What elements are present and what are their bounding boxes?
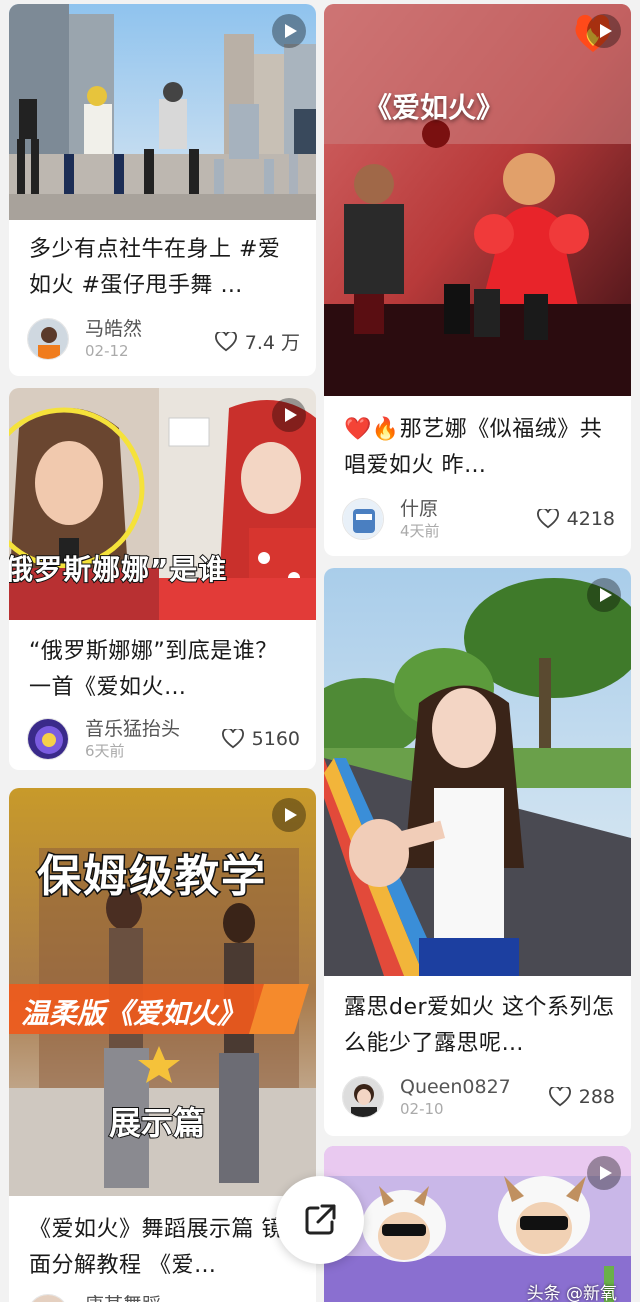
- overlay-subtitle: 温柔版《爱如火》: [21, 997, 246, 1030]
- video-card[interactable]: 头条 @新氧: [324, 1146, 631, 1302]
- video-title[interactable]: 《爱如火》舞蹈展示篇 镜面分解教程 《爱…: [29, 1212, 300, 1284]
- avatar[interactable]: [27, 318, 69, 360]
- video-thumbnail[interactable]: [9, 4, 316, 220]
- video-card[interactable]: 保姆级教学 温柔版《爱如火》 展示篇 《爱如火》舞蹈展示篇 镜面分解教程 《爱……: [9, 788, 316, 1302]
- video-thumbnail[interactable]: 俄罗斯娜娜”是谁: [9, 388, 316, 620]
- like-button[interactable]: 5160: [221, 728, 300, 750]
- avatar[interactable]: [27, 1294, 69, 1302]
- like-count: 5160: [251, 728, 300, 750]
- author-row[interactable]: 康某舞蹈: [27, 1294, 300, 1302]
- author-name[interactable]: 什原: [400, 498, 438, 520]
- heart-outline-icon: [214, 331, 237, 351]
- video-title[interactable]: “俄罗斯娜娜”到底是谁？ 一首《爱如火…: [29, 634, 300, 706]
- play-icon[interactable]: [587, 1156, 621, 1190]
- author-name[interactable]: 音乐猛抬头: [85, 718, 180, 740]
- video-card[interactable]: 多少有点社牛在身上 #爱如火 #蛋仔甩手舞 … 马皓然 02-12 7.4 万: [9, 4, 316, 376]
- avatar[interactable]: [342, 1076, 384, 1118]
- overlay-caption: 《爱如火》: [364, 91, 505, 124]
- avatar[interactable]: [27, 718, 69, 760]
- share-button[interactable]: [276, 1176, 364, 1264]
- author-name[interactable]: 马皓然: [85, 318, 142, 340]
- like-button[interactable]: 288: [548, 1086, 615, 1108]
- heart-outline-icon: [221, 729, 244, 749]
- author-row[interactable]: 音乐猛抬头 6天前 5160: [27, 718, 300, 762]
- heart-outline-icon: [548, 1087, 571, 1107]
- video-title[interactable]: 多少有点社牛在身上 #爱如火 #蛋仔甩手舞 …: [29, 232, 300, 304]
- overlay-title: 保姆级教学: [36, 850, 267, 904]
- author-row[interactable]: 什原 4天前 4218: [342, 498, 615, 542]
- play-icon[interactable]: [587, 578, 621, 612]
- video-title[interactable]: 露思der爱如火 这个系列怎么能少了露思呢…: [344, 990, 615, 1062]
- post-date: 02-10: [400, 1100, 444, 1118]
- share-external-icon: [305, 1204, 336, 1235]
- video-thumbnail[interactable]: 《爱如火》: [324, 4, 631, 396]
- author-row[interactable]: 马皓然 02-12 7.4 万: [27, 318, 300, 362]
- concert-image: [324, 4, 631, 396]
- post-date: 02-12: [85, 342, 129, 360]
- girl-outdoor-image: [324, 568, 631, 976]
- video-thumbnail[interactable]: 头条 @新氧: [324, 1146, 631, 1302]
- like-button[interactable]: 4218: [536, 508, 615, 530]
- watermark: 头条 @新氧: [526, 1284, 617, 1302]
- like-button[interactable]: 7.4 万: [214, 328, 300, 355]
- play-icon[interactable]: [272, 14, 306, 48]
- author-name[interactable]: 康某舞蹈: [85, 1294, 161, 1302]
- play-icon[interactable]: [272, 798, 306, 832]
- author-name[interactable]: Queen0827: [400, 1076, 511, 1098]
- play-icon[interactable]: [272, 398, 306, 432]
- video-thumbnail[interactable]: [324, 568, 631, 976]
- like-count: 288: [578, 1086, 615, 1108]
- avatar[interactable]: [342, 498, 384, 540]
- video-title[interactable]: ❤️🔥那艺娜《似福绒》共唱爱如火 昨…: [344, 412, 615, 484]
- overlay-label: 展示篇: [108, 1103, 206, 1143]
- heart-outline-icon: [536, 509, 559, 529]
- post-date: 4天前: [400, 522, 440, 540]
- post-date: 6天前: [85, 742, 125, 760]
- video-card[interactable]: 《爱如火》 ❤️🔥那艺娜《似福绒》共唱爱如火 昨… 什原 4天前 4218: [324, 4, 631, 556]
- video-thumbnail[interactable]: 保姆级教学 温柔版《爱如火》 展示篇: [9, 788, 316, 1196]
- author-row[interactable]: Queen0827 02-10 288: [342, 1076, 615, 1120]
- overlay-caption: 俄罗斯娜娜”是谁: [9, 552, 228, 587]
- video-card[interactable]: 露思der爱如火 这个系列怎么能少了露思呢… Queen0827 02-10 2…: [324, 568, 631, 1136]
- video-card[interactable]: 俄罗斯娜娜”是谁 “俄罗斯娜娜”到底是谁？ 一首《爱如火… 音乐猛抬头 6天前 …: [9, 388, 316, 770]
- play-icon[interactable]: [587, 14, 621, 48]
- like-count: 7.4 万: [244, 332, 300, 354]
- like-count: 4218: [566, 508, 615, 530]
- street-dance-image: [9, 4, 316, 220]
